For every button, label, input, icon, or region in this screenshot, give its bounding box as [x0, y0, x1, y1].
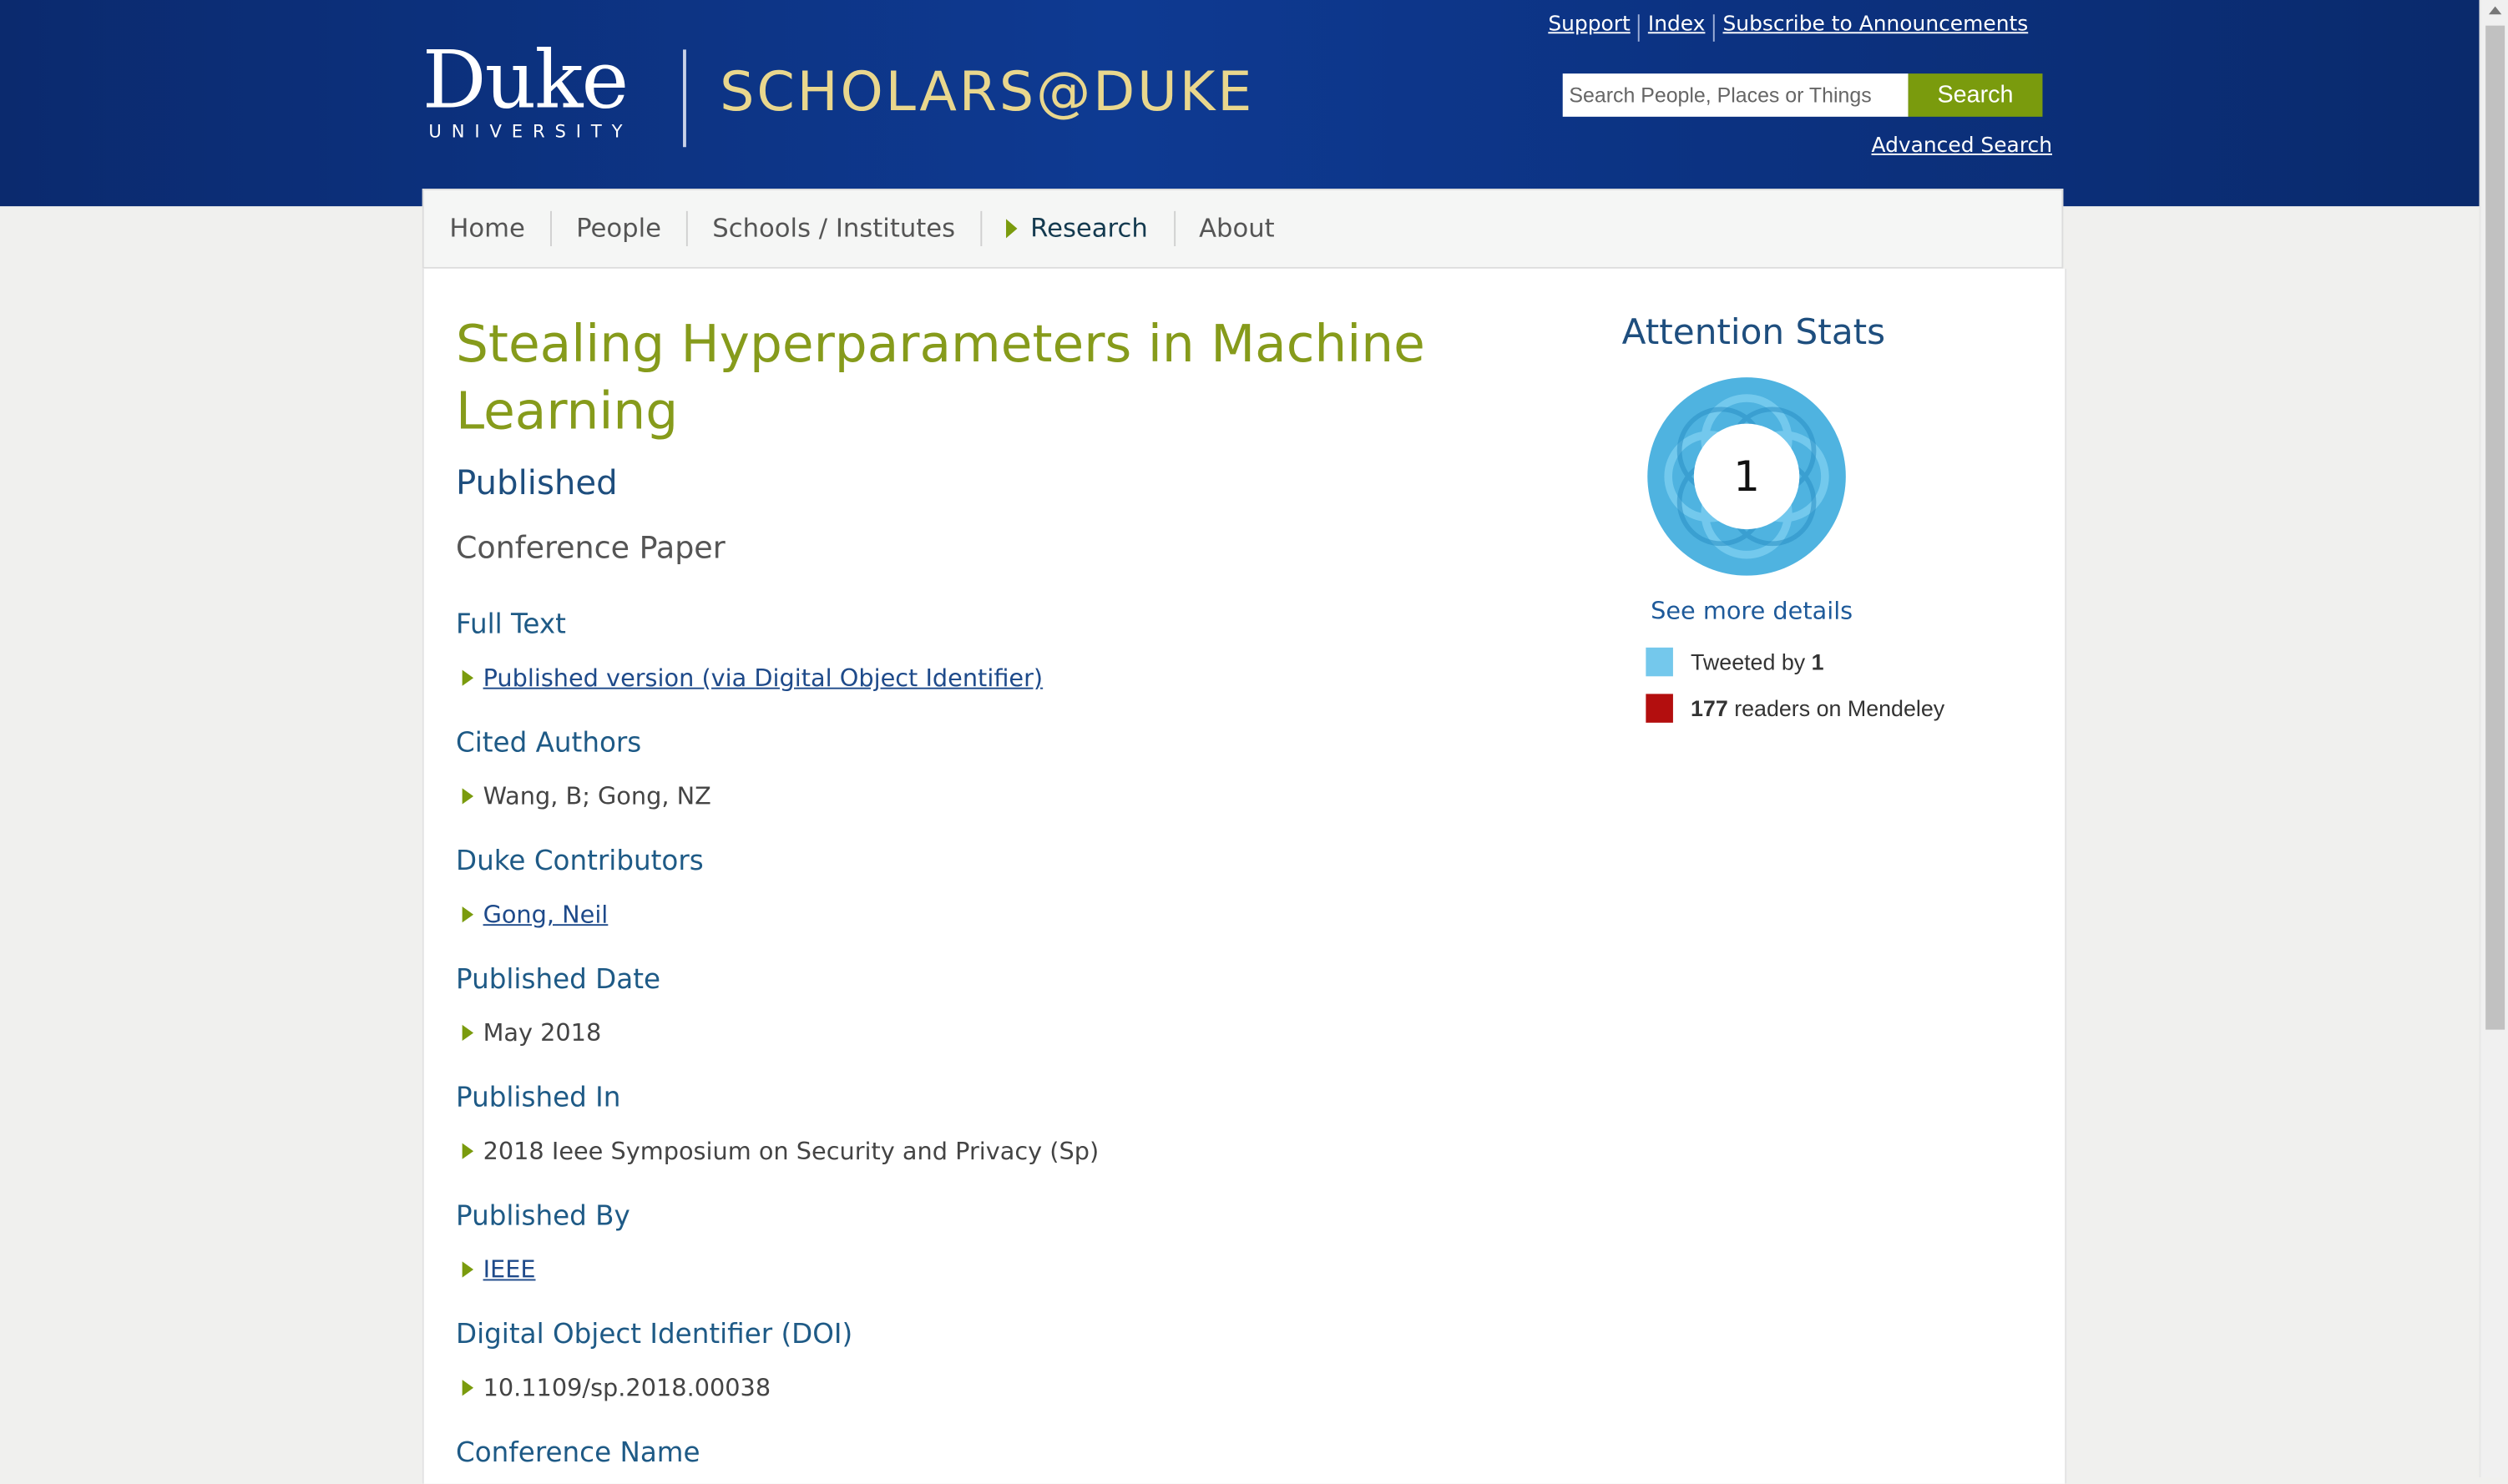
bullet-arrow-icon — [462, 669, 474, 686]
subscribe-link[interactable]: Subscribe to Announcements — [1715, 13, 2036, 41]
section-label-conference-name: Conference Name — [456, 1437, 700, 1470]
twitter-label: Tweeted by 1 — [1691, 649, 1824, 675]
mendeley-label: 177 readers on Mendeley — [1691, 695, 1945, 721]
altmetric-score: 1 — [1733, 452, 1760, 501]
scholars-logo[interactable]: SCHOLARS@DUKE — [720, 61, 1254, 125]
scrollbar-thumb[interactable] — [2485, 25, 2505, 1030]
contributor-link[interactable]: Gong, Neil — [483, 900, 609, 928]
section-label-doi: Digital Object Identifier (DOI) — [456, 1319, 853, 1351]
bullet-arrow-icon — [462, 1261, 474, 1278]
mendeley-color-swatch — [1646, 694, 1673, 723]
attention-stats-title: Attention Stats — [1621, 313, 1886, 354]
nav-research[interactable]: Research — [980, 210, 1174, 247]
bullet-arrow-icon — [462, 906, 474, 923]
section-value-doi: 10.1109/sp.2018.00038 — [462, 1373, 771, 1402]
twitter-color-swatch — [1646, 647, 1673, 677]
section-value-published-by: IEEE — [462, 1255, 536, 1284]
doi-text: 10.1109/sp.2018.00038 — [483, 1373, 771, 1402]
support-link[interactable]: Support — [1540, 13, 1639, 41]
page-title: Stealing Hyperparameters in Machine Lear… — [456, 313, 1425, 442]
nav-about[interactable]: About — [1173, 210, 1300, 247]
main-nav: Home People Schools / Institutes Researc… — [422, 189, 2064, 269]
section-value-published-in: 2018 Ieee Symposium on Security and Priv… — [462, 1136, 1100, 1166]
logo-divider — [683, 49, 686, 148]
advanced-search-link[interactable]: Advanced Search — [1871, 134, 2052, 159]
nav-people[interactable]: People — [550, 210, 687, 247]
section-value-full-text: Published version (via Digital Object Id… — [462, 664, 1044, 692]
scroll-up-icon[interactable] — [2488, 6, 2502, 15]
see-more-details-link[interactable]: See more details — [1651, 597, 1853, 625]
legend-row-mendeley: 177 readers on Mendeley — [1646, 694, 1945, 723]
publication-status: Published — [456, 463, 618, 502]
search-input[interactable]: Search People, Places or Things — [1562, 73, 1909, 117]
section-label-published-date: Published Date — [456, 964, 661, 997]
search-button[interactable]: Search — [1908, 73, 2043, 117]
published-date-text: May 2018 — [483, 1018, 602, 1047]
publisher-link[interactable]: IEEE — [483, 1255, 536, 1284]
utility-links: Support Index Subscribe to Announcements — [1540, 13, 2036, 42]
cited-authors-text: Wang, B; Gong, NZ — [483, 781, 711, 811]
bullet-arrow-icon — [462, 1143, 474, 1159]
bullet-arrow-icon — [462, 1024, 474, 1042]
section-value-published-date: May 2018 — [462, 1018, 602, 1047]
section-label-duke-contributors: Duke Contributors — [456, 845, 704, 878]
full-text-link[interactable]: Published version (via Digital Object Id… — [483, 664, 1044, 692]
duke-logo[interactable]: Duke — [422, 35, 630, 124]
bullet-arrow-icon — [462, 788, 474, 805]
nav-home[interactable]: Home — [424, 211, 551, 246]
nav-research-label: Research — [1030, 212, 1148, 244]
duke-logo-university: UNIVERSITY — [428, 121, 633, 143]
legend-row-twitter: Tweeted by 1 — [1646, 647, 1824, 677]
section-label-full-text: Full Text — [456, 608, 566, 642]
index-link[interactable]: Index — [1640, 13, 1713, 41]
vertical-scrollbar[interactable] — [2479, 0, 2508, 1478]
bullet-arrow-icon — [462, 1380, 474, 1396]
site-header: Duke UNIVERSITY SCHOLARS@DUKE Support In… — [0, 0, 2480, 207]
published-in-text: 2018 Ieee Symposium on Security and Priv… — [483, 1136, 1100, 1166]
section-value-duke-contributors: Gong, Neil — [462, 900, 609, 929]
section-value-cited-authors: Wang, B; Gong, NZ — [462, 781, 711, 811]
altmetric-donut[interactable]: 1 — [1646, 376, 1847, 577]
active-arrow-icon — [1006, 219, 1018, 239]
section-label-cited-authors: Cited Authors — [456, 727, 642, 760]
section-label-published-by: Published By — [456, 1200, 630, 1233]
section-label-published-in: Published In — [456, 1082, 621, 1115]
nav-schools-institutes[interactable]: Schools / Institutes — [686, 210, 981, 247]
publication-type: Conference Paper — [456, 530, 726, 567]
main-content: Stealing Hyperparameters in Machine Lear… — [422, 268, 2067, 1484]
